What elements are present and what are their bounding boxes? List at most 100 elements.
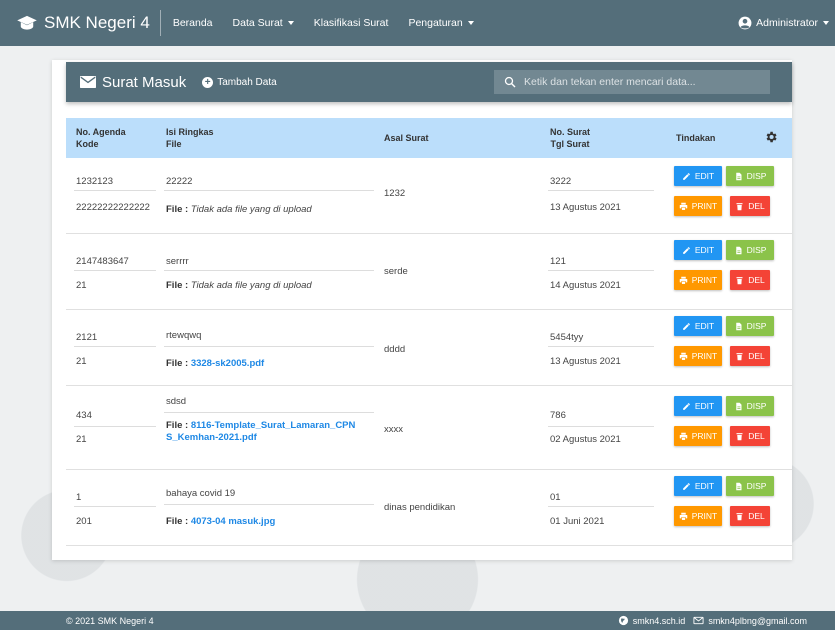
delete-button[interactable]: DEL [730,506,770,526]
cell-no-surat: 786 [550,410,566,421]
cell-agenda: 1232123 [76,176,113,187]
cell-tgl: 13 Agustus 2021 [550,202,621,213]
print-label: PRINT [691,351,718,361]
pencil-icon [682,322,690,330]
edit-button[interactable]: EDIT [674,240,722,260]
divider [548,506,654,507]
pencil-icon [682,246,690,254]
cell-tgl: 13 Agustus 2021 [550,356,621,367]
file-icon [735,246,742,254]
print-label: PRINT [691,511,718,521]
delete-button[interactable]: DEL [730,196,770,216]
disp-label: DISP [746,321,767,331]
page-title[interactable]: Surat Masuk [80,74,186,91]
delete-label: DEL [748,511,765,521]
pencil-icon [682,402,690,410]
disp-button[interactable]: DISP [726,396,774,416]
cell-kode: 22222222222222 [76,202,150,213]
pencil-icon [682,482,690,490]
disp-button[interactable]: DISP [726,166,774,186]
printer-icon [679,202,687,211]
disp-label: DISP [746,401,767,411]
print-button[interactable]: PRINT [674,196,722,216]
disp-button[interactable]: DISP [726,316,774,336]
gear-icon[interactable] [764,130,778,144]
header-isi-file: Isi Ringkas File [166,126,214,150]
divider [164,346,374,347]
table-row: 2147483647 21 serrrr File : Tidak ada fi… [66,234,792,310]
cell-no-surat: 01 [550,492,561,503]
cell-agenda: 1 [76,492,82,503]
file-link[interactable]: 4073-04 masuk.jpg [191,516,276,527]
divider [548,190,654,191]
content-card: Surat Masuk + Tambah Data No. Agenda Kod… [52,60,792,560]
disp-label: DISP [746,481,767,491]
caret-down-icon [823,21,829,25]
cell-file: File : 3328-sk2005.pdf [166,358,366,369]
header-agenda: No. Agenda [76,127,126,137]
caret-down-icon [467,21,474,25]
user-menu[interactable]: Administrator [738,0,829,46]
cell-no-surat: 3222 [550,176,572,187]
print-label: PRINT [691,275,718,285]
divider [74,190,156,191]
nav-data-surat[interactable]: Data Surat [233,17,294,29]
email-link[interactable]: smkn4plbng@gmail.com [708,616,807,626]
edit-button[interactable]: EDIT [674,476,722,496]
add-data-button[interactable]: + Tambah Data [202,76,277,88]
edit-label: EDIT [694,321,715,331]
delete-label: DEL [748,351,765,361]
cell-file: File : 8116-Template_Surat_Lamaran_CPNS_… [166,420,356,444]
file-prefix: File : [166,358,189,369]
cell-asal: serde [384,266,408,277]
print-button[interactable]: PRINT [674,426,722,446]
file-icon [735,402,742,410]
disp-button[interactable]: DISP [726,240,774,260]
edit-button[interactable]: EDIT [674,166,722,186]
edit-button[interactable]: EDIT [674,316,722,336]
nav-klasifikasi-surat[interactable]: Klasifikasi Surat [314,17,389,29]
cell-agenda: 434 [76,410,92,421]
cell-isi: rtewqwq [166,330,202,341]
search-icon [504,76,516,88]
print-label: PRINT [691,431,718,441]
nav-beranda-label: Beranda [172,17,213,29]
edit-button[interactable]: EDIT [674,396,722,416]
delete-label: DEL [748,431,765,441]
header-isi: Isi Ringkas [166,127,214,137]
brand[interactable]: SMK Negeri 4 [0,0,150,46]
file-link[interactable]: 3328-sk2005.pdf [191,358,264,369]
cell-asal: 1232 [384,188,406,199]
print-button[interactable]: PRINT [674,506,722,526]
nav-beranda[interactable]: Beranda [173,17,213,29]
brand-name: SMK Negeri 4 [44,13,150,32]
file-icon [735,482,742,490]
cell-no-surat: 121 [550,256,566,267]
account-circle-icon [738,16,752,30]
trash-icon [736,352,743,360]
search-input[interactable] [524,76,754,88]
cell-file: File : Tidak ada file yang di upload [166,204,366,215]
delete-button[interactable]: DEL [730,346,770,366]
file-prefix: File : [166,204,189,215]
print-button[interactable]: PRINT [674,270,722,290]
footer-contacts: smkn4.sch.id smkn4plbng@gmail.com [618,611,807,630]
edit-label: EDIT [694,401,715,411]
website-link[interactable]: smkn4.sch.id [633,616,686,626]
header-asal: Asal Surat [384,133,429,143]
disp-button[interactable]: DISP [726,476,774,496]
nav-pengaturan[interactable]: Pengaturan [408,17,474,29]
cell-tgl: 14 Agustus 2021 [550,280,621,291]
file-none-text: Tidak ada file yang di upload [190,280,312,291]
table-row: 2121 21 rtewqwq File : 3328-sk2005.pdf d… [66,310,792,386]
file-link[interactable]: 8116-Template_Surat_Lamaran_CPNS_Kemhan-… [166,420,355,443]
add-data-label: Tambah Data [217,76,277,88]
user-name: Administrator [756,17,818,29]
delete-button[interactable]: DEL [730,270,770,290]
mail-icon [80,76,96,88]
file-none-text: Tidak ada file yang di upload [190,204,312,215]
printer-icon [679,512,687,521]
print-button[interactable]: PRINT [674,346,722,366]
delete-button[interactable]: DEL [730,426,770,446]
divider [74,506,156,507]
